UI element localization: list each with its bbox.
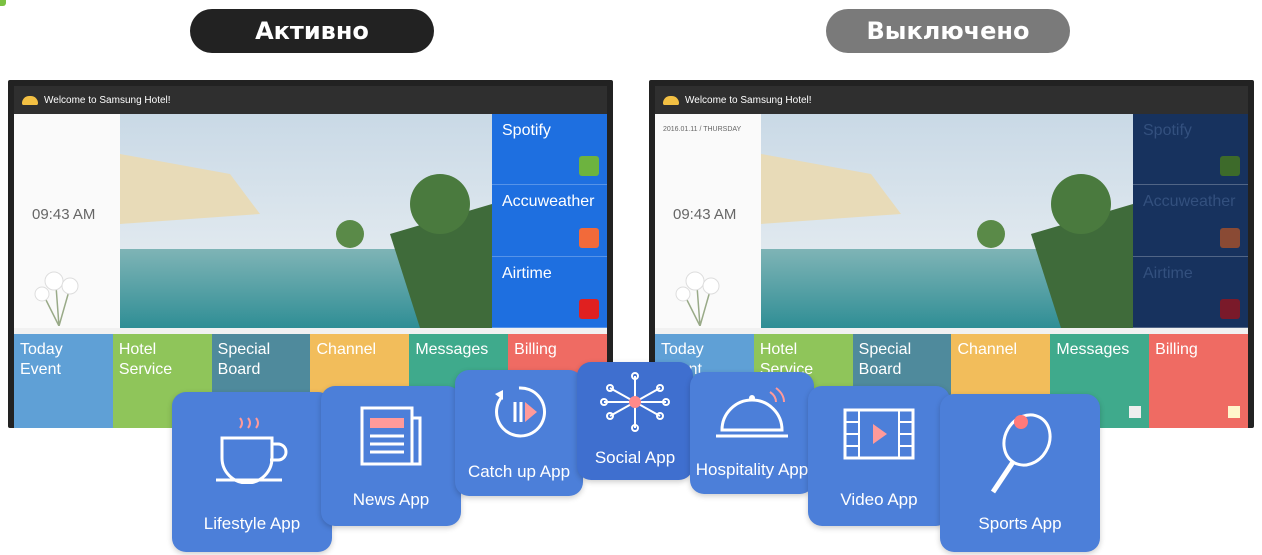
tile-label: Hotel Service — [118, 341, 173, 378]
airtime-icon — [579, 298, 599, 319]
clock-time: 09:43 AM — [673, 206, 737, 223]
date-text: 2016.01.11 / THURSDAY — [663, 126, 742, 133]
spotify-tile[interactable]: Spotify — [1133, 114, 1248, 186]
clock-panel: 2016.01.11 / THURSDAY 09:43 AM — [655, 114, 761, 328]
spotify-icon — [579, 156, 599, 177]
receipt-icon — [1227, 406, 1240, 418]
app-label: Sports App — [978, 514, 1062, 533]
spotify-label: Spotify — [502, 122, 551, 139]
spotify-icon — [1220, 156, 1240, 177]
spotify-tile[interactable]: Spotify — [492, 114, 607, 186]
tile-label: Today Event — [20, 341, 63, 378]
app-label: News App — [352, 490, 430, 509]
airtime-icon — [1220, 298, 1240, 319]
accuweather-tile[interactable]: Accuweather — [1133, 185, 1248, 257]
spotify-label: Spotify — [1143, 122, 1192, 139]
inactive-status-pill: Выключено — [826, 9, 1070, 53]
app-label: Hospitality App — [695, 460, 809, 479]
accuweather-tile[interactable]: Accuweather — [492, 185, 607, 257]
airtime-label: Airtime — [502, 264, 552, 282]
tile-label: Special Board — [858, 341, 912, 378]
welcome-text: Welcome to Samsung Hotel! — [44, 94, 171, 106]
social-app-icon[interactable]: Social App — [577, 362, 693, 480]
clock-panel: 09:43 AM — [14, 114, 120, 328]
tile-label: Billing — [1155, 341, 1198, 358]
tile-billing[interactable]: Billing — [1149, 334, 1248, 428]
top-bar: Welcome to Samsung Hotel! — [14, 86, 607, 114]
app-label: Catch up App — [467, 462, 571, 481]
side-app-panel: Spotify Accuweather Airtime — [492, 114, 607, 328]
bell-icon — [663, 95, 679, 105]
coffee-cup-icon — [216, 417, 288, 484]
video-app-icon[interactable]: Video App — [808, 386, 950, 526]
airtime-tile[interactable]: Airtime — [1133, 256, 1248, 328]
bell-icon — [22, 95, 38, 105]
app-label: Social App — [594, 448, 676, 467]
tile-label: Messages — [1056, 341, 1130, 358]
accuweather-label: Accuweather — [1143, 193, 1236, 211]
flower-icon — [675, 271, 720, 326]
welcome-text: Welcome to Samsung Hotel! — [685, 94, 812, 106]
bell-icon — [716, 387, 788, 438]
tile-label: Billing — [514, 341, 557, 358]
film-icon — [843, 408, 915, 460]
news-app-icon[interactable]: News App — [321, 386, 461, 526]
tile-label: Channel — [316, 341, 377, 358]
tile-label: Messages — [415, 341, 489, 358]
sports-app-icon[interactable]: Sports App — [940, 394, 1100, 552]
app-label: Video App — [840, 490, 918, 509]
airtime-tile[interactable]: Airtime — [492, 256, 607, 328]
side-app-panel: Spotify Accuweather Airtime — [1133, 114, 1248, 328]
active-status-pill: Активно — [190, 9, 434, 53]
flower-icon — [34, 271, 79, 326]
accuweather-label: Accuweather — [502, 193, 595, 211]
app-label: Lifestyle App — [203, 514, 301, 533]
hospitality-app-icon[interactable]: Hospitality App — [690, 372, 814, 494]
resort-photo — [120, 114, 492, 328]
lifestyle-app-icon[interactable]: Lifestyle App — [172, 392, 332, 552]
newspaper-icon — [360, 406, 422, 466]
network-icon — [600, 372, 670, 432]
clock-time: 09:43 AM — [32, 206, 96, 223]
accuweather-icon — [579, 227, 599, 248]
tile-label: Channel — [957, 341, 1018, 358]
tile-label: Special Board — [217, 341, 271, 378]
replay-icon — [495, 386, 546, 438]
catchup-app-icon[interactable]: Catch up App — [455, 370, 583, 496]
airtime-label: Airtime — [1143, 264, 1193, 282]
accuweather-icon — [1220, 227, 1240, 248]
envelope-icon — [1129, 406, 1142, 418]
tile-today-event[interactable]: Today Event — [14, 334, 113, 428]
corner-marker — [0, 0, 6, 6]
top-bar: Welcome to Samsung Hotel! — [655, 86, 1248, 114]
racket-icon — [990, 413, 1052, 494]
resort-photo — [761, 114, 1133, 328]
